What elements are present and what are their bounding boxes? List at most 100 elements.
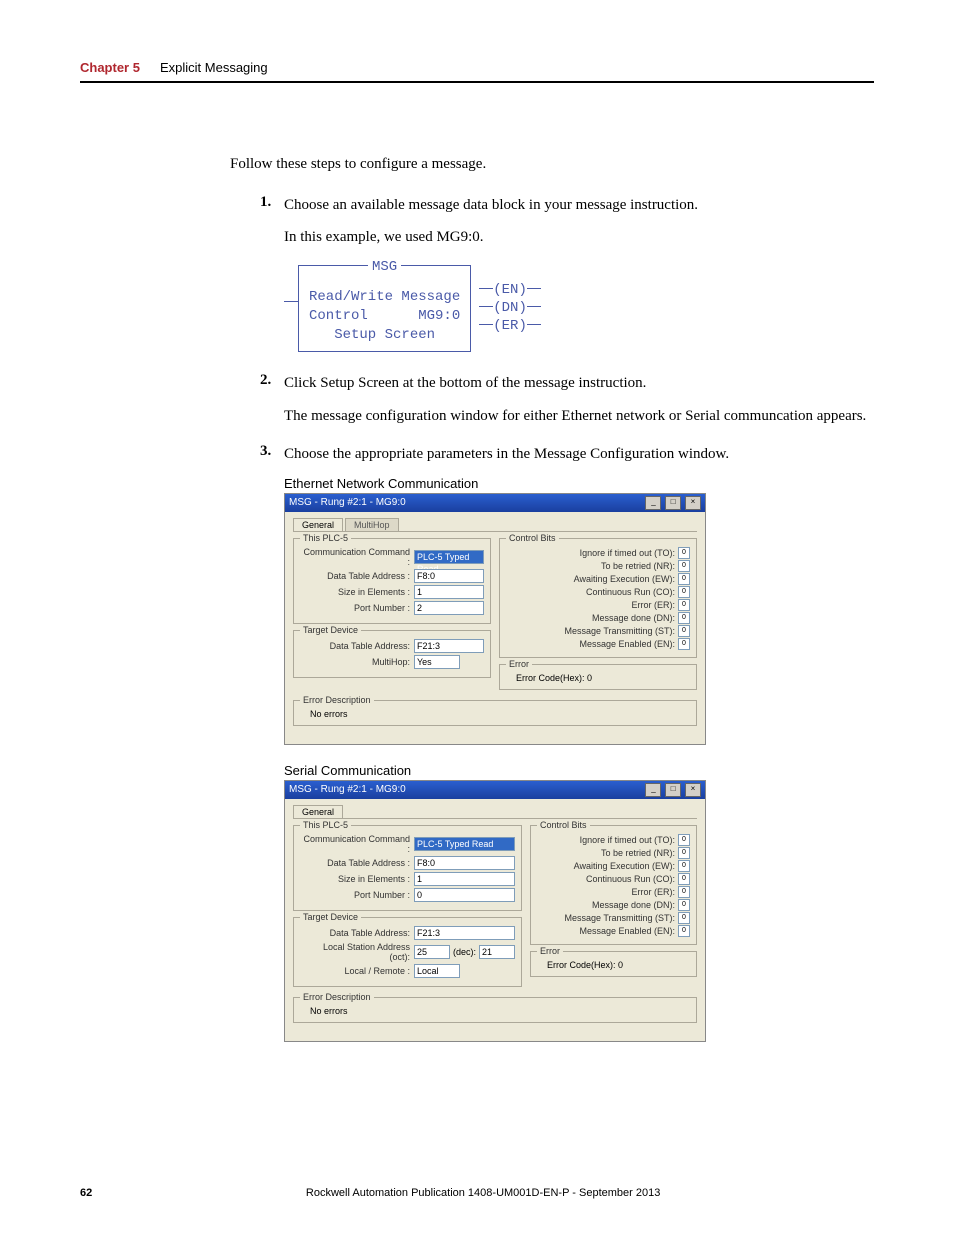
error-code: Error Code(Hex): 0 bbox=[506, 673, 690, 683]
serial-dialog: MSG - Rung #2:1 - MG9:0 _ □ × General Th… bbox=[284, 780, 706, 1042]
cb-ew[interactable]: 0 bbox=[678, 573, 690, 585]
cb-ew-s[interactable]: 0 bbox=[678, 860, 690, 872]
cb-nr-s[interactable]: 0 bbox=[678, 847, 690, 859]
intro-paragraph: Follow these steps to configure a messag… bbox=[230, 153, 874, 176]
msg-control-label: Control bbox=[309, 307, 368, 326]
label-dt-address: Data Table Address : bbox=[300, 571, 414, 581]
input-size[interactable]: 1 bbox=[414, 585, 484, 599]
fieldset-error-s: Error bbox=[537, 946, 563, 956]
label-cb-ew: Awaiting Execution (EW): bbox=[574, 574, 675, 584]
chapter-label: Chapter 5 bbox=[80, 60, 140, 75]
cb-st[interactable]: 0 bbox=[678, 625, 690, 637]
fieldset-error-desc: Error Description bbox=[300, 695, 374, 705]
label-cb-ew-s: Awaiting Execution (EW): bbox=[574, 861, 675, 871]
ladder-msg-block: MSG Read/Write Message Control MG9:0 Set… bbox=[284, 265, 874, 353]
cb-en[interactable]: 0 bbox=[678, 638, 690, 650]
coil-en: EN bbox=[502, 282, 519, 298]
label-cb-dn-s: Message done (DN): bbox=[592, 900, 675, 910]
fieldset-target-device: Target Device bbox=[300, 625, 361, 635]
error-code-s: Error Code(Hex): 0 bbox=[537, 960, 690, 970]
label-cb-er-s: Error (ER): bbox=[632, 887, 676, 897]
label-cb-to-s: Ignore if timed out (TO): bbox=[580, 835, 675, 845]
label-local-remote: Local / Remote : bbox=[300, 966, 414, 976]
cb-en-s[interactable]: 0 bbox=[678, 925, 690, 937]
cb-to[interactable]: 0 bbox=[678, 547, 690, 559]
step-3-text: Choose the appropriate parameters in the… bbox=[284, 443, 874, 466]
input-dt-address[interactable]: F8:0 bbox=[414, 569, 484, 583]
cb-dn-s[interactable]: 0 bbox=[678, 899, 690, 911]
page-number: 62 bbox=[80, 1187, 92, 1199]
cb-er[interactable]: 0 bbox=[678, 599, 690, 611]
label-cb-co: Continuous Run (CO): bbox=[586, 587, 675, 597]
minimize-icon[interactable]: _ bbox=[645, 496, 661, 510]
no-errors: No errors bbox=[300, 709, 690, 719]
input-dec: 21 bbox=[479, 945, 515, 959]
label-cb-nr-s: To be retried (NR): bbox=[601, 848, 675, 858]
cb-st-s[interactable]: 0 bbox=[678, 912, 690, 924]
close-icon[interactable]: × bbox=[685, 496, 701, 510]
label-cb-st: Message Transmitting (ST): bbox=[564, 626, 675, 636]
label-comm-command-s: Communication Command : bbox=[300, 834, 414, 854]
dialog-title: MSG - Rung #2:1 - MG9:0 bbox=[289, 497, 406, 508]
fieldset-control-bits: Control Bits bbox=[506, 533, 559, 543]
input-comm-command-s[interactable]: PLC-5 Typed Read bbox=[414, 837, 515, 851]
label-multihop: MultiHop: bbox=[300, 657, 414, 667]
label-dec: (dec): bbox=[450, 947, 479, 957]
no-errors-s: No errors bbox=[300, 1006, 690, 1016]
input-size-s[interactable]: 1 bbox=[414, 872, 515, 886]
label-comm-command: Communication Command : bbox=[300, 547, 414, 567]
step-1-sub: In this example, we used MG9:0. bbox=[284, 226, 874, 249]
tab-general-serial[interactable]: General bbox=[293, 805, 343, 818]
label-cb-st-s: Message Transmitting (ST): bbox=[564, 913, 675, 923]
fieldset-target-device-s: Target Device bbox=[300, 912, 361, 922]
label-cb-en-s: Message Enabled (EN): bbox=[579, 926, 675, 936]
fieldset-this-plc5: This PLC-5 bbox=[300, 533, 351, 543]
msg-setup-screen[interactable]: Setup Screen bbox=[309, 326, 460, 345]
dialog-title-serial: MSG - Rung #2:1 - MG9:0 bbox=[289, 784, 406, 795]
input-port-serial[interactable]: 0 bbox=[414, 888, 515, 902]
cb-nr[interactable]: 0 bbox=[678, 560, 690, 572]
step-2-text: Click Setup Screen at the bottom of the … bbox=[284, 372, 874, 395]
input-target-addr-s[interactable]: F21:3 bbox=[414, 926, 515, 940]
label-size: Size in Elements : bbox=[300, 587, 414, 597]
fieldset-error-desc-s: Error Description bbox=[300, 992, 374, 1002]
tab-general[interactable]: General bbox=[293, 518, 343, 531]
label-cb-dn: Message done (DN): bbox=[592, 613, 675, 623]
label-cb-nr: To be retried (NR): bbox=[601, 561, 675, 571]
minimize-icon[interactable]: _ bbox=[645, 783, 661, 797]
cb-co[interactable]: 0 bbox=[678, 586, 690, 598]
cb-co-s[interactable]: 0 bbox=[678, 873, 690, 885]
input-local-oct[interactable]: 25 bbox=[414, 945, 450, 959]
step-2-sub: The message configuration window for eit… bbox=[284, 405, 874, 428]
input-port-eth[interactable]: 2 bbox=[414, 601, 484, 615]
serial-caption: Serial Communication bbox=[284, 763, 874, 778]
publication-id: Rockwell Automation Publication 1408-UM0… bbox=[306, 1187, 660, 1199]
label-cb-er: Error (ER): bbox=[632, 600, 676, 610]
input-dt-address-s[interactable]: F8:0 bbox=[414, 856, 515, 870]
ethernet-dialog: MSG - Rung #2:1 - MG9:0 _ □ × General Mu… bbox=[284, 493, 706, 745]
step-2-number: 2. bbox=[260, 372, 284, 395]
input-multihop[interactable]: Yes bbox=[414, 655, 460, 669]
step-1-text: Choose an available message data block i… bbox=[284, 194, 874, 217]
label-dt-address-s: Data Table Address : bbox=[300, 858, 414, 868]
label-port-s: Port Number : bbox=[300, 890, 414, 900]
maximize-icon[interactable]: □ bbox=[665, 496, 681, 510]
label-cb-en: Message Enabled (EN): bbox=[579, 639, 675, 649]
msg-control-value: MG9:0 bbox=[418, 307, 460, 326]
step-1-number: 1. bbox=[260, 194, 284, 217]
fieldset-control-bits-s: Control Bits bbox=[537, 820, 590, 830]
label-cb-co-s: Continuous Run (CO): bbox=[586, 874, 675, 884]
label-port: Port Number : bbox=[300, 603, 414, 613]
msg-title: MSG bbox=[368, 258, 401, 277]
coil-er: ER bbox=[502, 318, 519, 334]
close-icon[interactable]: × bbox=[685, 783, 701, 797]
maximize-icon[interactable]: □ bbox=[665, 783, 681, 797]
cb-to-s[interactable]: 0 bbox=[678, 834, 690, 846]
input-target-addr[interactable]: F21:3 bbox=[414, 639, 484, 653]
input-local-remote[interactable]: Local bbox=[414, 964, 460, 978]
cb-dn[interactable]: 0 bbox=[678, 612, 690, 624]
tab-multihop[interactable]: MultiHop bbox=[345, 518, 399, 531]
ethernet-caption: Ethernet Network Communication bbox=[284, 476, 874, 491]
input-comm-command[interactable]: PLC-5 Typed Read bbox=[414, 550, 484, 564]
cb-er-s[interactable]: 0 bbox=[678, 886, 690, 898]
